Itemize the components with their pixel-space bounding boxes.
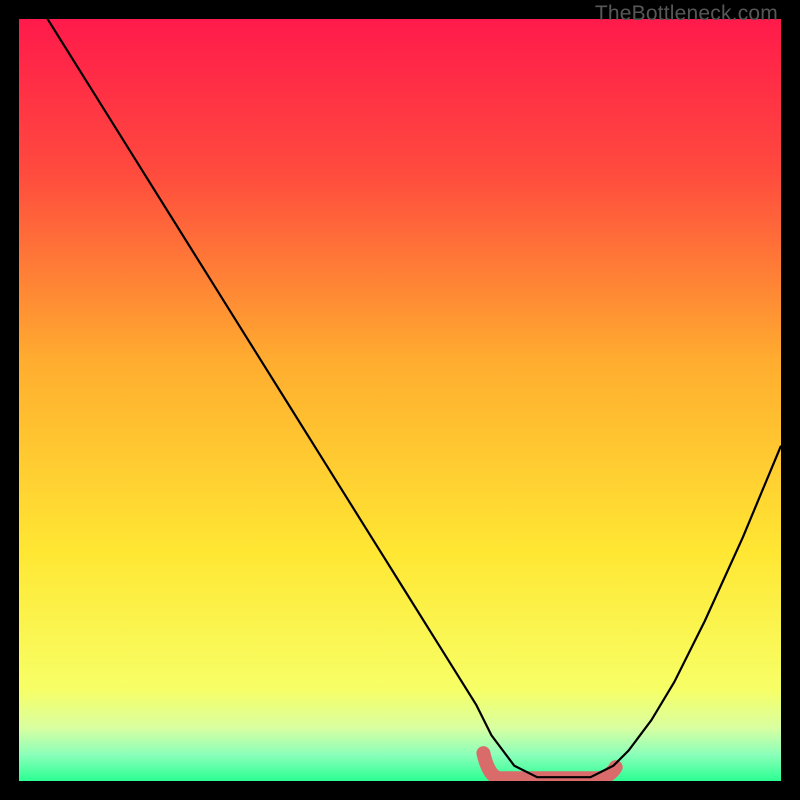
plot-area [19,19,781,781]
watermark-text: TheBottleneck.com [595,2,778,26]
plot-svg [19,19,781,781]
chart-frame: TheBottleneck.com [0,0,800,800]
gradient-background [19,19,781,781]
